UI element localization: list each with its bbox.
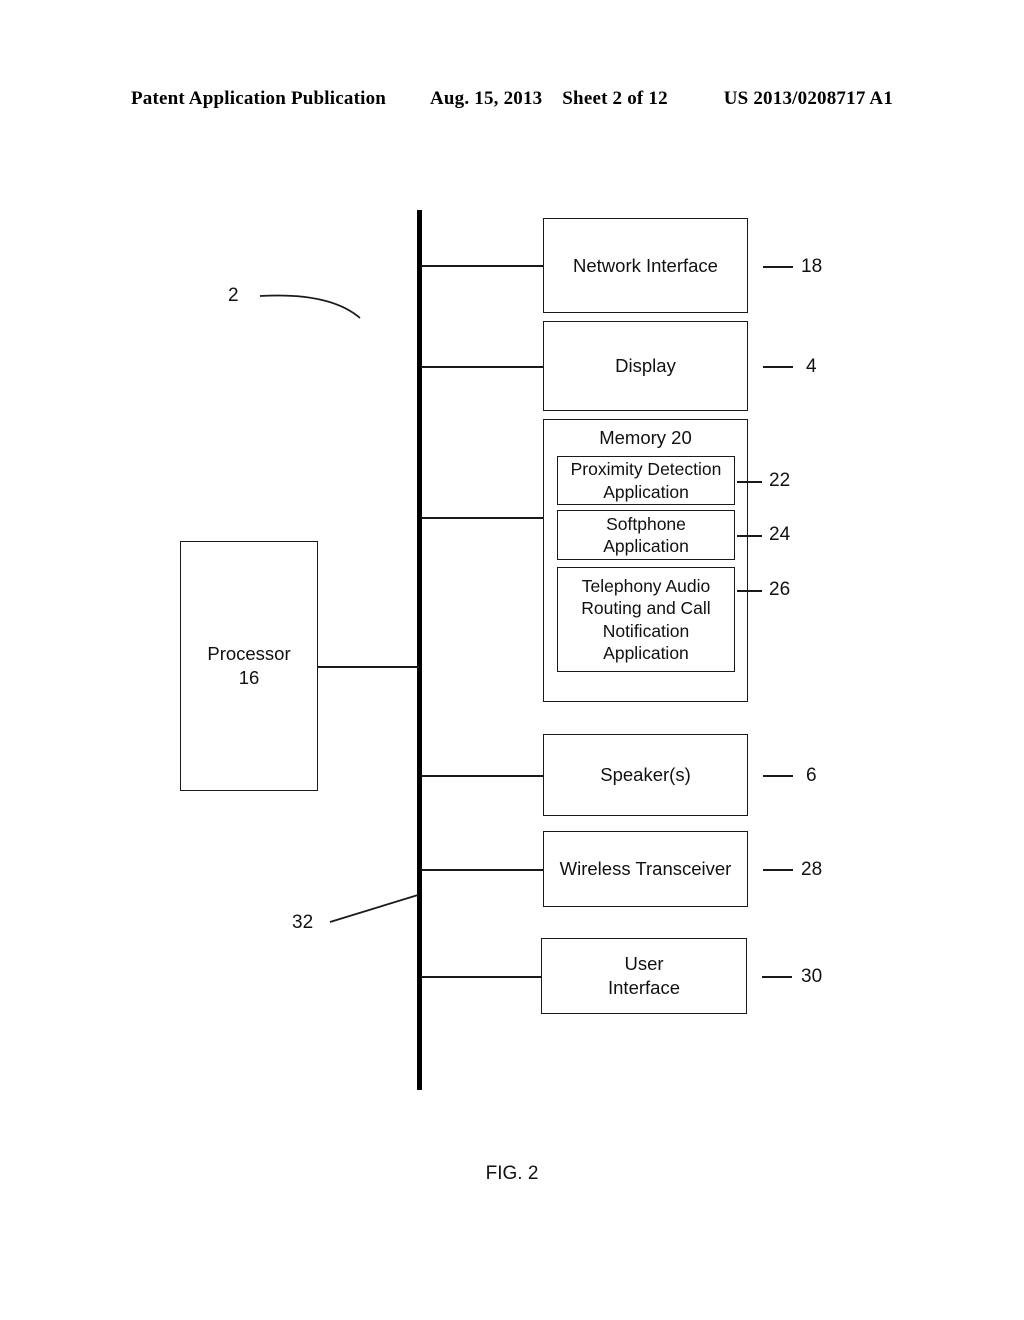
patent-header: Patent Application Publication Aug. 15, … [0, 88, 1024, 110]
softphone-label-group: Softphone Application [603, 513, 689, 558]
header-date: Aug. 15, 2013 [429, 88, 543, 109]
header-sheet: Sheet 2 of 12 [562, 88, 668, 109]
telephony-line1: Telephony Audio [581, 575, 711, 596]
network-interface-label: Network Interface [573, 254, 718, 276]
leader-softphone [737, 535, 762, 537]
connector-memory [421, 517, 544, 519]
block-proximity-detection-application: Proximity Detection Application [557, 456, 735, 505]
patent-figure-page: Patent Application Publication Aug. 15, … [0, 0, 1024, 1320]
telephony-line2: Routing and Call [581, 598, 711, 619]
block-speakers: Speaker(s) [543, 734, 748, 816]
ref-network-interface: 18 [801, 256, 823, 277]
softphone-line2: Application [603, 536, 689, 556]
leader-telephony [737, 590, 762, 592]
connector-processor [317, 666, 419, 668]
ref-system: 2 [228, 285, 239, 306]
connector-display [421, 366, 544, 368]
proximity-detection-label-group: Proximity Detection Application [571, 458, 722, 503]
speakers-label: Speaker(s) [600, 764, 691, 786]
leader-network-interface [763, 266, 793, 268]
processor-label-group: Processor 16 [207, 642, 290, 689]
connector-network-interface [421, 265, 544, 267]
block-display: Display [543, 321, 748, 411]
user-interface-line2: Interface [608, 977, 680, 998]
wireless-transceiver-label: Wireless Transceiver [559, 858, 732, 880]
display-label: Display [615, 355, 676, 377]
leader-user-interface [762, 976, 792, 978]
ref-speakers: 6 [806, 765, 817, 786]
figure-caption: FIG. 2 [485, 1163, 539, 1184]
leader-display [763, 366, 793, 368]
system-bus-line [417, 210, 422, 1090]
connector-speakers [421, 775, 544, 777]
ref-user-interface: 30 [801, 966, 823, 987]
block-user-interface: User Interface [541, 938, 747, 1014]
leader-bus-angle [329, 894, 419, 923]
user-interface-label-group: User Interface [608, 952, 680, 999]
telephony-line4: Application [603, 642, 689, 663]
leader-system-curve [259, 294, 361, 319]
ref-display: 4 [806, 356, 817, 377]
ref-proximity-detection: 22 [769, 470, 791, 491]
proximity-detection-line2: Application [603, 481, 689, 502]
leader-proximity-detection [737, 481, 762, 483]
block-wireless-transceiver: Wireless Transceiver [543, 831, 748, 907]
processor-label-line2: 16 [238, 667, 260, 688]
header-publication: Patent Application Publication [130, 88, 387, 109]
block-softphone-application: Softphone Application [557, 510, 735, 560]
user-interface-line1: User [624, 953, 664, 975]
memory-label: Memory 20 [599, 427, 692, 448]
ref-softphone: 24 [769, 524, 791, 545]
connector-wireless-transceiver [421, 869, 544, 871]
leader-speakers [763, 775, 793, 777]
block-processor: Processor 16 [180, 541, 318, 791]
ref-bus: 32 [292, 912, 314, 933]
ref-telephony: 26 [769, 579, 791, 600]
telephony-label-group: Telephony Audio Routing and Call Notific… [581, 575, 710, 665]
block-telephony-audio-routing-application: Telephony Audio Routing and Call Notific… [557, 567, 735, 672]
telephony-line3: Notification [602, 620, 690, 641]
processor-label-line1: Processor [207, 643, 291, 665]
leader-wireless-transceiver [763, 869, 793, 871]
block-network-interface: Network Interface [543, 218, 748, 313]
leader-line-overlay [259, 294, 419, 923]
ref-wireless-transceiver: 28 [801, 859, 823, 880]
softphone-line1: Softphone [606, 513, 686, 534]
connector-user-interface [421, 976, 542, 978]
header-patent-number: US 2013/0208717 A1 [723, 88, 894, 109]
proximity-detection-line1: Proximity Detection [570, 459, 722, 480]
